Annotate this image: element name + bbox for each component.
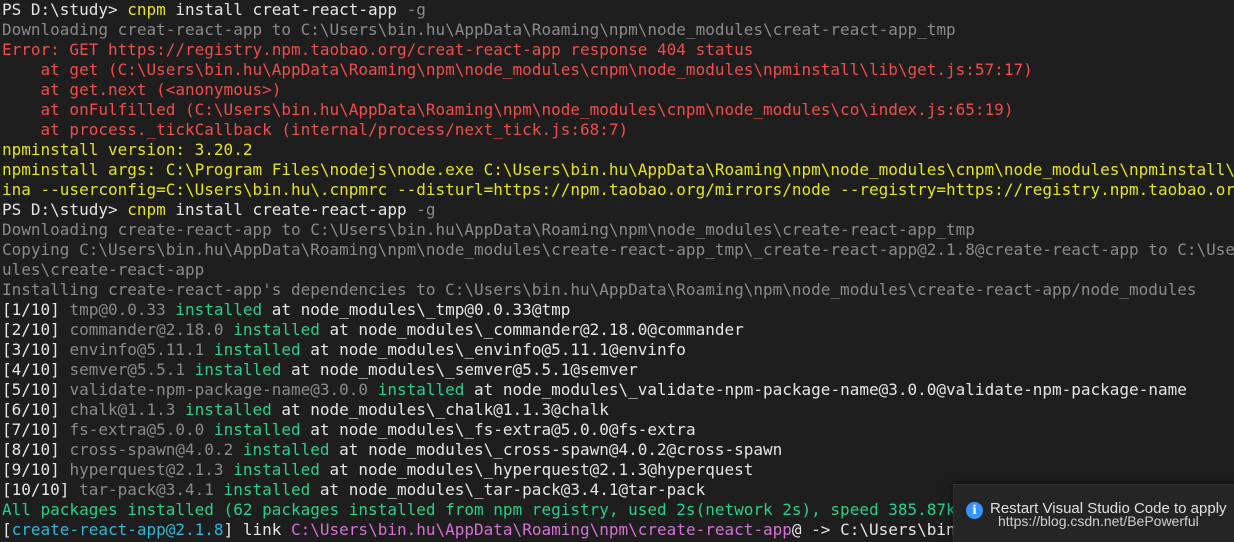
terminal-text-segment: [5/10] — [2, 380, 70, 399]
terminal-text-segment: All packages installed (62 packages inst… — [2, 500, 1024, 519]
terminal-text-segment: PS D:\study> — [2, 0, 128, 19]
terminal-text-segment: at node_modules\_fs-extra@5.0.0@fs-extra — [300, 420, 696, 439]
terminal-text-segment: cross-spawn@4.0.2 — [69, 440, 234, 459]
terminal-text-segment: C:\Users\bin.hu\AppData\Roaming\npm\crea… — [291, 520, 792, 539]
terminal-text-segment: -g — [416, 200, 436, 219]
terminal-line: at get (C:\Users\bin.hu\AppData\Roaming\… — [0, 60, 1234, 80]
terminal-line: Downloading creat-react-app to C:\Users\… — [0, 20, 1234, 40]
terminal-text-segment: hyperquest@2.1.3 — [69, 460, 224, 479]
terminal-text-segment: [3/10] — [2, 340, 70, 359]
terminal-text-segment: ules\create-react-app — [2, 260, 205, 279]
terminal-text-segment: cnpm — [127, 0, 166, 19]
terminal-text-segment: Downloading create-react-app to C:\Users… — [2, 220, 975, 239]
terminal-text-segment: at process._tickCallback (internal/proce… — [2, 120, 629, 139]
terminal-text-segment: ] link — [223, 520, 291, 539]
terminal-line: [2/10] commander@2.18.0 installed at nod… — [0, 320, 1234, 340]
terminal-text-segment: installed — [213, 480, 311, 499]
terminal-line: at get.next (<anonymous>) — [0, 80, 1234, 100]
terminal-text-segment: at onFulfilled (C:\Users\bin.hu\AppData\… — [2, 100, 1014, 119]
terminal-text-segment: [8/10] — [2, 440, 70, 459]
terminal-text-segment: npminstall args: C:\Program Files\nodejs… — [2, 160, 1234, 179]
terminal-text-segment: fs-extra@5.0.0 — [69, 420, 205, 439]
terminal-line: Error: GET https://registry.npm.taobao.o… — [0, 40, 1234, 60]
terminal-text-segment: [7/10] — [2, 420, 70, 439]
terminal-line: [1/10] tmp@0.0.33 installed at node_modu… — [0, 300, 1234, 320]
terminal-text-segment: at node_modules\_hyperquest@2.1.3@hyperq… — [319, 460, 754, 479]
terminal-text-segment: at node_modules\_envinfo@5.11.1@envinfo — [300, 340, 686, 359]
terminal-text-segment: at node_modules\_commander@2.18.0@comman… — [319, 320, 744, 339]
terminal-text-segment: Downloading creat-react-app to C:\Users\… — [2, 20, 956, 39]
terminal-text-segment: Error: GET https://registry.npm.taobao.o… — [2, 40, 754, 59]
terminal-text-segment: at node_modules\_tmp@0.0.33@tmp — [262, 300, 571, 319]
terminal-line: PS D:\study> cnpm install create-react-a… — [0, 200, 1234, 220]
terminal-text-segment: installed — [185, 360, 282, 379]
terminal-text-segment: ina --userconfig=C:\Users\bin.hu\.cnpmrc… — [2, 180, 1234, 199]
terminal-text-segment: installed — [233, 440, 330, 459]
terminal-line: ina --userconfig=C:\Users\bin.hu\.cnpmrc… — [0, 180, 1234, 200]
terminal-line: npminstall args: C:\Program Files\nodejs… — [0, 160, 1234, 180]
terminal-line: [7/10] fs-extra@5.0.0 installed at node_… — [0, 420, 1234, 440]
terminal-line: [5/10] validate-npm-package-name@3.0.0 i… — [0, 380, 1234, 400]
terminal-text-segment: [6/10] — [2, 400, 70, 419]
terminal-text-segment: at node_modules\_tar-pack@3.4.1@tar-pack — [310, 480, 706, 499]
terminal-text-segment: validate-npm-package-name@3.0.0 — [69, 380, 369, 399]
terminal-text-segment: install create-react-app — [165, 200, 417, 219]
terminal-panel[interactable]: PS D:\study> cnpm install creat-react-ap… — [0, 0, 1234, 542]
terminal-text-segment: Installing create-react-app's dependenci… — [2, 280, 1197, 299]
terminal-text-segment: at get.next (<anonymous>) — [2, 80, 282, 99]
terminal-text-segment: -g — [406, 0, 426, 19]
terminal-text-segment: create-react-app@2.1.8 — [11, 520, 224, 539]
terminal-text-segment: [10/10] — [2, 480, 80, 499]
terminal-text-segment: PS D:\study> — [2, 200, 128, 219]
terminal-text-segment: tar-pack@3.4.1 — [79, 480, 214, 499]
terminal-output: PS D:\study> cnpm install creat-react-ap… — [0, 0, 1234, 540]
terminal-text-segment: [9/10] — [2, 460, 70, 479]
terminal-line: PS D:\study> cnpm install creat-react-ap… — [0, 0, 1234, 20]
terminal-line: at onFulfilled (C:\Users\bin.hu\AppData\… — [0, 100, 1234, 120]
terminal-text-segment: semver@5.5.1 — [69, 360, 186, 379]
terminal-line: Downloading create-react-app to C:\Users… — [0, 220, 1234, 240]
terminal-text-segment: installed — [223, 320, 320, 339]
terminal-text-segment: [2/10] — [2, 320, 70, 339]
terminal-line: at process._tickCallback (internal/proce… — [0, 120, 1234, 140]
terminal-text-segment: [1/10] — [2, 300, 70, 319]
terminal-line: [8/10] cross-spawn@4.0.2 installed at no… — [0, 440, 1234, 460]
terminal-text-segment: install creat-react-app — [165, 0, 407, 19]
terminal-text-segment: commander@2.18.0 — [69, 320, 224, 339]
info-icon: i — [966, 502, 983, 519]
terminal-text-segment: [4/10] — [2, 360, 70, 379]
terminal-line: [4/10] semver@5.5.1 installed at node_mo… — [0, 360, 1234, 380]
terminal-text-segment: at node_modules\_validate-npm-package-na… — [464, 380, 1187, 399]
terminal-text-segment: installed — [204, 420, 301, 439]
terminal-text-segment: installed — [165, 300, 263, 319]
terminal-text-segment: npminstall version: 3.20.2 — [2, 140, 253, 159]
terminal-text-segment: [ — [2, 520, 12, 539]
terminal-text-segment: envinfo@5.11.1 — [69, 340, 205, 359]
terminal-line: [6/10] chalk@1.1.3 installed at node_mod… — [0, 400, 1234, 420]
terminal-text-segment: at get (C:\Users\bin.hu\AppData\Roaming\… — [2, 60, 1033, 79]
terminal-line: ules\create-react-app — [0, 260, 1234, 280]
terminal-line: npminstall version: 3.20.2 — [0, 140, 1234, 160]
terminal-line: [3/10] envinfo@5.11.1 installed at node_… — [0, 340, 1234, 360]
watermark-text: https://blog.csdn.net/BePowerful — [998, 513, 1199, 529]
terminal-text-segment: installed — [204, 340, 301, 359]
terminal-text-segment: tmp@0.0.33 — [69, 300, 166, 319]
terminal-text-segment: chalk@1.1.3 — [69, 400, 176, 419]
terminal-text-segment: installed — [368, 380, 465, 399]
terminal-text-segment: at node_modules\_cross-spawn@4.0.2@cross… — [329, 440, 783, 459]
terminal-line: [9/10] hyperquest@2.1.3 installed at nod… — [0, 460, 1234, 480]
terminal-line: Copying C:\Users\bin.hu\AppData\Roaming\… — [0, 240, 1234, 260]
terminal-text-segment: Copying C:\Users\bin.hu\AppData\Roaming\… — [2, 240, 1234, 259]
terminal-text-segment: cnpm — [127, 200, 166, 219]
terminal-line: Installing create-react-app's dependenci… — [0, 280, 1234, 300]
terminal-text-segment: at node_modules\_semver@5.5.1@semver — [281, 360, 638, 379]
terminal-text-segment: installed — [223, 460, 320, 479]
terminal-text-segment: at node_modules\_chalk@1.1.3@chalk — [271, 400, 609, 419]
terminal-text-segment: installed — [175, 400, 272, 419]
